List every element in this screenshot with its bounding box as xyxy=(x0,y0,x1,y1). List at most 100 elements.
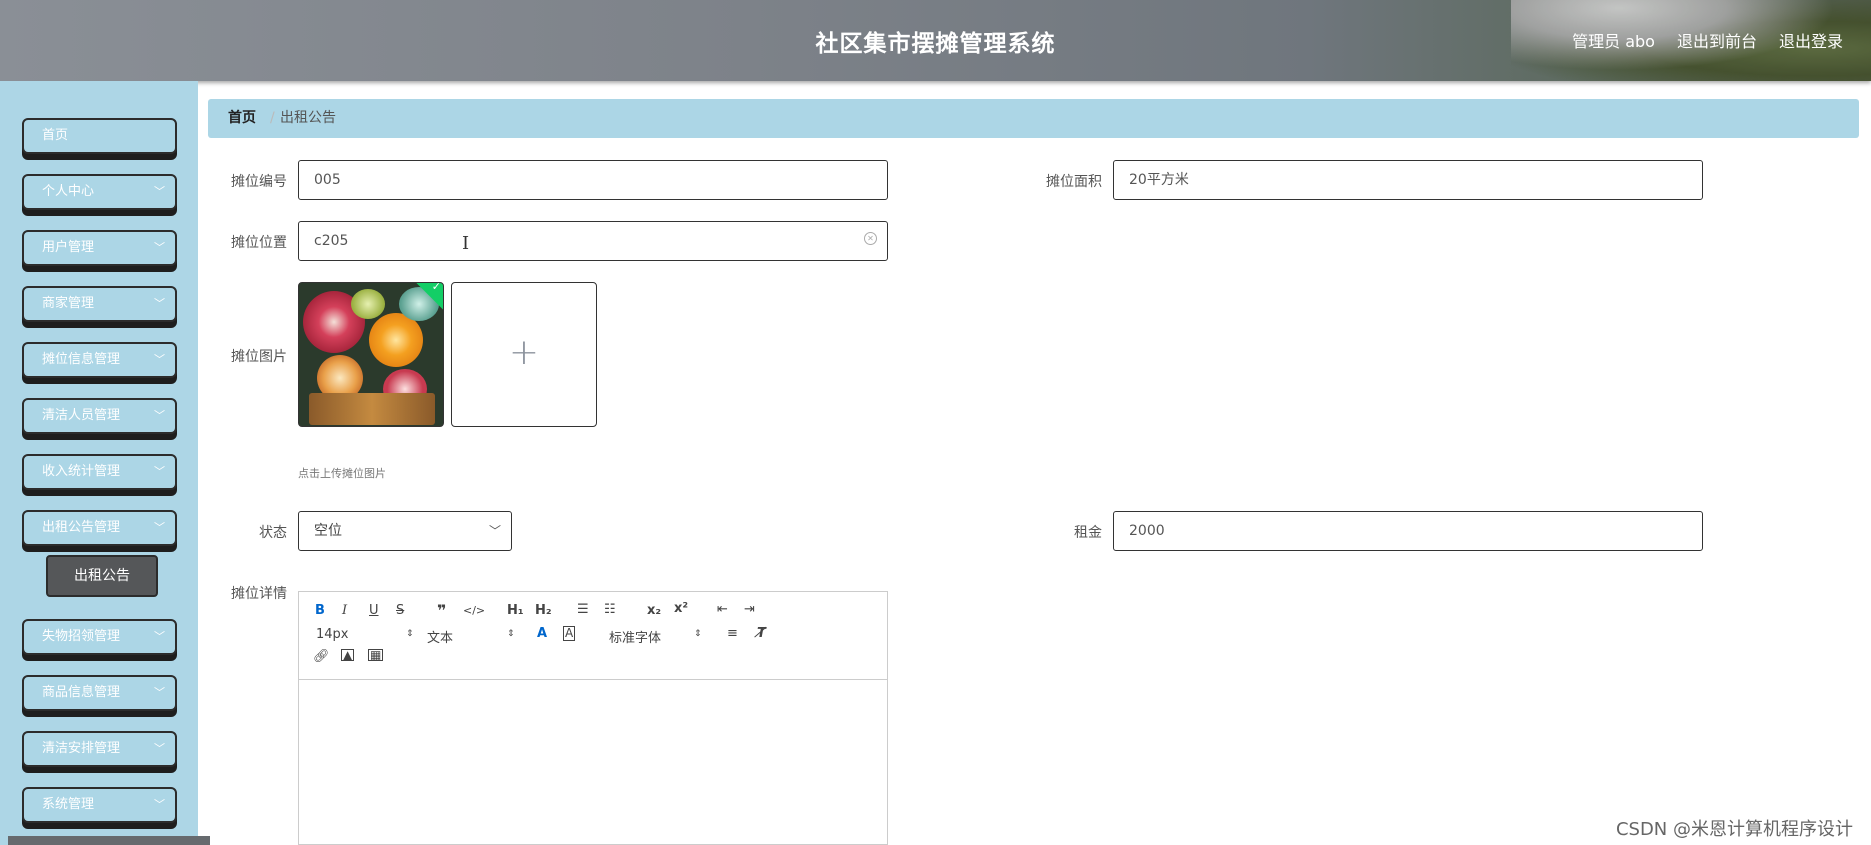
chevron-down-icon: ﹀ xyxy=(154,185,165,198)
font-family-value: 标准字体 xyxy=(609,631,662,646)
sidebar-item-label: 失物招领管理 xyxy=(42,629,121,644)
sidebar-item-cleaner-management[interactable]: 清洁人员管理 ﹀ xyxy=(22,398,177,434)
align-left-icon[interactable]: ≡ xyxy=(727,626,738,641)
add-image-button[interactable]: + xyxy=(451,282,597,427)
sidebar-item-stall-info-management[interactable]: 摊位信息管理 ﹀ xyxy=(22,342,177,378)
updown-icon: ⇕ xyxy=(406,629,414,639)
chevron-down-icon: ﹀ xyxy=(154,465,165,478)
rent-label: 租金 xyxy=(1074,525,1102,541)
clear-format-icon[interactable]: T̸ xyxy=(757,626,766,641)
sidebar-scrollbar[interactable] xyxy=(8,836,210,845)
chevron-down-icon: ﹀ xyxy=(154,630,165,643)
updown-icon: ⇕ xyxy=(694,629,702,639)
chevron-down-icon: ﹀ xyxy=(154,521,165,534)
sidebar-item-label: 系统管理 xyxy=(42,797,95,812)
breadcrumb-separator: / xyxy=(270,110,275,126)
stall-number-input[interactable]: 005 xyxy=(298,160,888,200)
stall-location-input[interactable]: c205 xyxy=(298,221,888,261)
sidebar-item-goods-info-management[interactable]: 商品信息管理 ﹀ xyxy=(22,675,177,711)
sidebar-item-user-management[interactable]: 用户管理 ﹀ xyxy=(22,230,177,266)
sidebar-item-rental-notice-management[interactable]: 出租公告管理 ﹀ xyxy=(22,510,177,546)
text-cursor-icon: I xyxy=(462,233,470,254)
video-icon[interactable]: ▦ xyxy=(368,649,384,661)
sidebar-subitem-rental-notice[interactable]: 出租公告 xyxy=(46,555,158,597)
status-label: 状态 xyxy=(259,525,287,541)
stall-detail-label: 摊位详情 xyxy=(231,586,287,602)
breadcrumb: 首页 / 出租公告 xyxy=(208,99,1859,138)
upload-hint: 点击上传摊位图片 xyxy=(298,467,386,480)
sidebar-item-income-stats-management[interactable]: 收入统计管理 ﹀ xyxy=(22,454,177,490)
blockquote-icon[interactable]: ❞ xyxy=(437,601,446,620)
rent-input[interactable]: 2000 xyxy=(1113,511,1703,551)
chevron-down-icon: ﹀ xyxy=(154,297,165,310)
text-type-value: 文本 xyxy=(427,631,454,646)
rich-text-editor: B I U S ❞ </> H₁ H₂ ☰ ☷ x₂ x² ⇤ ⇥ 14px ⇕… xyxy=(298,591,888,845)
stall-area-input[interactable]: 20平方米 xyxy=(1113,160,1703,200)
bold-icon[interactable]: B xyxy=(315,603,325,618)
underline-icon[interactable]: U xyxy=(369,603,379,618)
stall-area-label: 摊位面积 xyxy=(1046,174,1102,190)
italic-icon[interactable]: I xyxy=(342,603,347,618)
background-color-icon[interactable]: A xyxy=(563,626,576,641)
status-selected-value: 空位 xyxy=(314,523,342,539)
breadcrumb-current: 出租公告 xyxy=(280,110,336,126)
font-size-value: 14px xyxy=(316,627,349,642)
stall-number-label: 摊位编号 xyxy=(231,174,287,190)
sidebar-item-label: 清洁人员管理 xyxy=(42,408,121,423)
text-type-select[interactable]: 文本 ⇕ xyxy=(427,627,517,646)
subscript-icon[interactable]: x₂ xyxy=(647,603,661,618)
superscript-icon[interactable]: x² xyxy=(674,601,688,616)
sidebar-item-label: 商家管理 xyxy=(42,296,95,311)
current-user[interactable]: 管理员 abo xyxy=(1572,28,1655,52)
editor-content-area[interactable] xyxy=(299,680,887,844)
indent-icon[interactable]: ⇥ xyxy=(744,602,755,617)
stall-image-label: 摊位图片 xyxy=(231,349,287,365)
sidebar-item-lost-found-management[interactable]: 失物招领管理 ﹀ xyxy=(22,619,177,655)
sidebar-item-label: 摊位信息管理 xyxy=(42,352,121,367)
sidebar-item-label: 商品信息管理 xyxy=(42,685,121,700)
uploaded-stall-image[interactable]: ✓ xyxy=(298,282,444,427)
sidebar-item-cleaning-schedule-management[interactable]: 清洁安排管理 ﹀ xyxy=(22,731,177,767)
chevron-down-icon: ﹀ xyxy=(154,409,165,422)
heading1-icon[interactable]: H₁ xyxy=(507,603,524,618)
clear-icon[interactable]: ✕ xyxy=(864,232,877,245)
sidebar-item-home[interactable]: 首页 xyxy=(22,118,177,154)
chevron-down-icon: ﹀ xyxy=(154,798,165,811)
ordered-list-icon[interactable]: ☰ xyxy=(577,602,589,617)
exit-to-front-link[interactable]: 退出到前台 xyxy=(1677,28,1757,52)
chevron-down-icon: ﹀ xyxy=(154,241,165,254)
sidebar-item-label: 首页 xyxy=(42,128,69,143)
strikethrough-icon[interactable]: S xyxy=(396,603,404,618)
code-block-icon[interactable]: </> xyxy=(463,604,485,617)
sidebar-item-label: 个人中心 xyxy=(42,184,95,199)
chevron-down-icon: ﹀ xyxy=(154,742,165,755)
font-family-select[interactable]: 标准字体 ⇕ xyxy=(609,627,702,646)
status-select[interactable]: 空位 ﹀ xyxy=(298,511,512,551)
font-size-select[interactable]: 14px ⇕ xyxy=(316,627,414,642)
breadcrumb-home[interactable]: 首页 xyxy=(228,99,256,138)
font-color-icon[interactable]: A xyxy=(537,626,547,641)
watermark: CSDN @米恩计算机程序设计 xyxy=(1615,819,1853,840)
image-icon[interactable]: ▲ xyxy=(341,649,355,661)
sidebar-item-personal-center[interactable]: 个人中心 ﹀ xyxy=(22,174,177,210)
sidebar-item-system-management[interactable]: 系统管理 ﹀ xyxy=(22,787,177,823)
sidebar-item-label: 收入统计管理 xyxy=(42,464,121,479)
top-header: 社区集市摆摊管理系统 管理员 abo 退出到前台 退出登录 xyxy=(0,0,1871,81)
stall-location-label: 摊位位置 xyxy=(231,235,287,251)
bullet-list-icon[interactable]: ☷ xyxy=(604,602,616,617)
outdent-icon[interactable]: ⇤ xyxy=(717,602,728,617)
chevron-down-icon: ﹀ xyxy=(154,686,165,699)
sidebar-item-label: 清洁安排管理 xyxy=(42,741,121,756)
sidebar-item-merchant-management[interactable]: 商家管理 ﹀ xyxy=(22,286,177,322)
sidebar-item-label: 用户管理 xyxy=(42,240,95,255)
editor-toolbar: B I U S ❞ </> H₁ H₂ ☰ ☷ x₂ x² ⇤ ⇥ 14px ⇕… xyxy=(299,592,887,680)
sidebar-item-label: 出租公告管理 xyxy=(42,520,121,535)
heading2-icon[interactable]: H₂ xyxy=(535,603,552,618)
updown-icon: ⇕ xyxy=(507,629,515,639)
check-icon: ✓ xyxy=(431,282,441,294)
logout-link[interactable]: 退出登录 xyxy=(1779,28,1843,52)
link-icon[interactable]: 🔗︎ xyxy=(313,649,330,664)
header-actions: 管理员 abo 退出到前台 退出登录 xyxy=(1572,28,1843,52)
chevron-down-icon: ﹀ xyxy=(488,524,501,538)
chevron-down-icon: ﹀ xyxy=(154,353,165,366)
